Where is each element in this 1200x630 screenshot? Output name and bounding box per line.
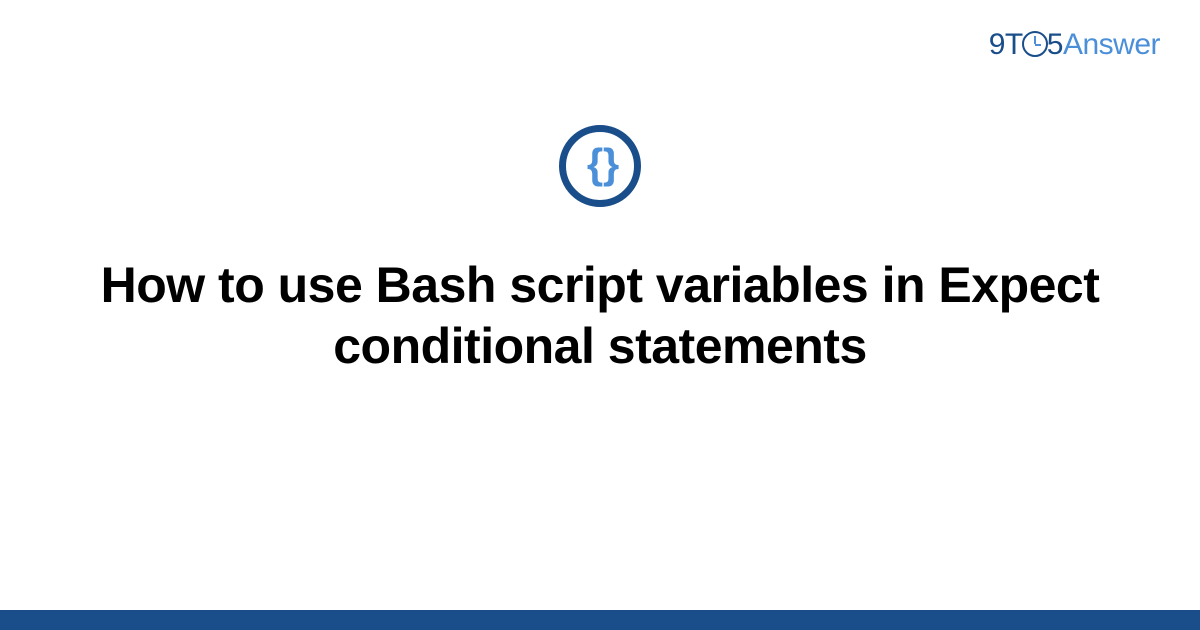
category-icon-circle: { } xyxy=(559,125,641,207)
logo-text-5: 5 xyxy=(1047,28,1063,61)
code-braces-icon: { } xyxy=(587,143,613,189)
page-title: How to use Bash script variables in Expe… xyxy=(100,255,1100,377)
main-content: { } How to use Bash script variables in … xyxy=(0,125,1200,377)
footer-accent-bar xyxy=(0,610,1200,630)
clock-icon xyxy=(1022,31,1048,57)
logo-text-answer: Answer xyxy=(1063,28,1160,61)
logo-text-9t: 9T xyxy=(989,28,1023,61)
site-logo: 9T 5Answer xyxy=(989,28,1160,62)
